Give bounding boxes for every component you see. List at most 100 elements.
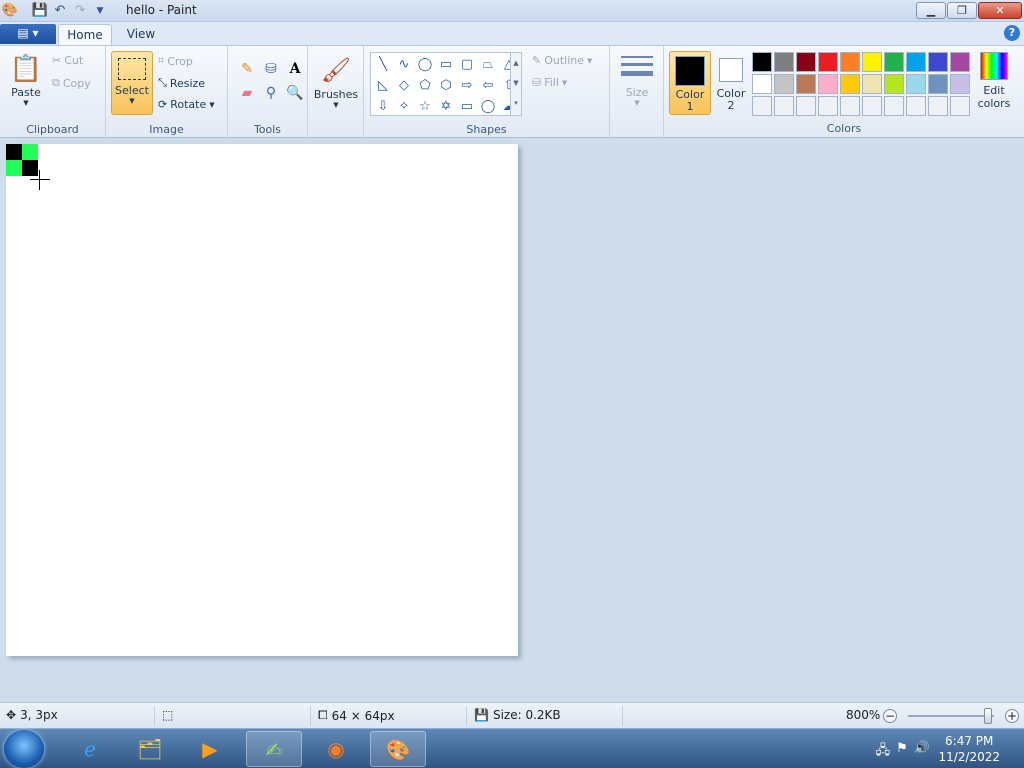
palette-swatch[interactable] (818, 52, 838, 72)
internet-explorer-icon[interactable]: ℯ (62, 731, 118, 767)
firefox-icon[interactable]: ◉ (308, 731, 364, 767)
action-center-flag-icon[interactable]: ⚑ (896, 741, 908, 763)
resize-button[interactable]: ⤡ Resize (158, 76, 205, 90)
volume-icon[interactable]: 🔊 (914, 741, 930, 763)
four-point-star-shape-icon[interactable]: ✧ (394, 97, 414, 117)
selection-icon: ⬚ (162, 708, 174, 722)
copy-button[interactable]: ⧉ Copy (52, 76, 91, 90)
palette-swatch[interactable] (796, 96, 816, 116)
down-arrow-shape-icon[interactable]: ⇩ (373, 97, 393, 117)
undo-icon[interactable]: ↶ (50, 1, 70, 21)
palette-swatch[interactable] (796, 52, 816, 72)
hexagon-shape-icon[interactable]: ⬡ (436, 76, 456, 96)
save-icon[interactable]: 💾 (30, 1, 50, 21)
outline-button[interactable]: ✎ Outline ▼ (532, 54, 592, 67)
palette-swatch[interactable] (796, 74, 816, 94)
palette-swatch[interactable] (840, 96, 860, 116)
rounded-rectangle-shape-icon[interactable]: ▢ (457, 55, 477, 75)
file-size: 💾 Size: 0.2KB (474, 708, 561, 722)
tab-view[interactable]: View (116, 24, 166, 45)
tab-home[interactable]: Home (58, 24, 112, 45)
text-icon[interactable]: A (284, 58, 306, 80)
polygon-shape-icon[interactable]: ⏢ (478, 55, 498, 75)
zoom-slider-thumb[interactable] (984, 708, 992, 724)
brushes-button[interactable]: 🖌 Brushes ▼ (312, 52, 360, 109)
diamond-shape-icon[interactable]: ◇ (394, 76, 414, 96)
maximize-button[interactable]: ❐ (947, 2, 977, 19)
customize-qat-icon[interactable]: ▼ (90, 1, 110, 21)
minimize-button[interactable]: ▁ (916, 2, 946, 19)
palette-swatch[interactable] (774, 96, 794, 116)
paste-button[interactable]: 📋 Paste ▼ (6, 52, 46, 107)
edit-colors-button[interactable]: Edit colors (974, 52, 1014, 110)
palette-swatch[interactable] (906, 96, 926, 116)
paint-taskbar-icon[interactable]: 🎨 (370, 731, 426, 767)
shapes-scroll[interactable]: ▲ ▼ ▾ (510, 52, 522, 116)
palette-swatch[interactable] (840, 52, 860, 72)
canvas-area[interactable] (0, 138, 1024, 702)
color-picker-icon[interactable]: ⚲ (260, 82, 282, 104)
rounded-callout-shape-icon[interactable]: ▭ (457, 97, 477, 117)
palette-swatch[interactable] (928, 74, 948, 94)
palette-swatch[interactable] (752, 96, 772, 116)
network-icon[interactable]: 🖧 (876, 741, 891, 763)
fill-bucket-icon[interactable]: ⛁ (260, 58, 282, 80)
palette-swatch[interactable] (752, 74, 772, 94)
color1-button[interactable]: Color 1 (669, 51, 711, 115)
palette-swatch[interactable] (884, 96, 904, 116)
oval-callout-shape-icon[interactable]: ◯ (478, 97, 498, 117)
palette-swatch[interactable] (884, 74, 904, 94)
palette-swatch[interactable] (818, 96, 838, 116)
right-arrow-shape-icon[interactable]: ⇨ (457, 76, 477, 96)
palette-swatch[interactable] (928, 96, 948, 116)
select-button[interactable]: Select ▼ (111, 51, 153, 115)
pencil-icon[interactable]: ✎ (236, 58, 258, 80)
crop-button[interactable]: ⌗ Crop (158, 54, 193, 68)
right-triangle-shape-icon[interactable]: ◺ (373, 76, 393, 96)
palette-swatch[interactable] (862, 74, 882, 94)
notepad-plus-plus-icon[interactable]: ✍ (246, 731, 302, 767)
line-shape-icon[interactable]: ╲ (373, 55, 393, 75)
redo-icon[interactable]: ↷ (70, 1, 90, 21)
palette-swatch[interactable] (884, 52, 904, 72)
palette-swatch[interactable] (906, 52, 926, 72)
close-button[interactable]: ✕ (978, 2, 1022, 19)
rectangle-shape-icon[interactable]: ▭ (436, 55, 456, 75)
paint-menu-button[interactable]: ▤ ▾ (0, 24, 56, 44)
palette-swatch[interactable] (862, 52, 882, 72)
six-point-star-shape-icon[interactable]: ✡ (436, 97, 456, 117)
five-point-star-shape-icon[interactable]: ☆ (415, 97, 435, 117)
start-button[interactable] (4, 730, 44, 768)
color2-button[interactable]: Color 2 (710, 51, 752, 115)
magnifier-icon[interactable]: 🔍 (284, 82, 306, 104)
zoom-slider[interactable] (908, 715, 994, 717)
cut-button[interactable]: ✂ Cut (52, 54, 83, 67)
fill-button[interactable]: ⛁ Fill ▼ (532, 76, 567, 89)
zoom-in-button[interactable]: + (1005, 709, 1019, 723)
palette-swatch[interactable] (818, 74, 838, 94)
zoom-out-button[interactable]: − (883, 709, 897, 723)
palette-swatch[interactable] (928, 52, 948, 72)
eraser-icon[interactable]: ▰ (236, 82, 258, 104)
paint-app-icon[interactable]: 🎨 (0, 1, 20, 21)
drawing-canvas[interactable] (6, 144, 518, 656)
palette-swatch[interactable] (752, 52, 772, 72)
palette-swatch[interactable] (840, 74, 860, 94)
left-arrow-shape-icon[interactable]: ⇦ (478, 76, 498, 96)
clock[interactable]: 6:47 PM 11/2/2022 (938, 733, 1000, 765)
media-player-icon[interactable]: ▶ (182, 731, 238, 767)
palette-swatch[interactable] (862, 96, 882, 116)
palette-swatch[interactable] (950, 96, 970, 116)
palette-swatch[interactable] (950, 52, 970, 72)
pentagon-shape-icon[interactable]: ⬠ (415, 76, 435, 96)
file-explorer-icon[interactable]: 🗂 (122, 731, 178, 767)
curve-shape-icon[interactable]: ∿ (394, 55, 414, 75)
oval-shape-icon[interactable]: ◯ (415, 55, 435, 75)
palette-swatch[interactable] (950, 74, 970, 94)
rotate-button[interactable]: ⟳ Rotate ▼ (158, 98, 215, 111)
palette-swatch[interactable] (774, 52, 794, 72)
help-icon[interactable]: ? (1004, 25, 1020, 41)
palette-swatch[interactable] (774, 74, 794, 94)
size-button[interactable]: Size ▼ (616, 52, 658, 107)
palette-swatch[interactable] (906, 74, 926, 94)
